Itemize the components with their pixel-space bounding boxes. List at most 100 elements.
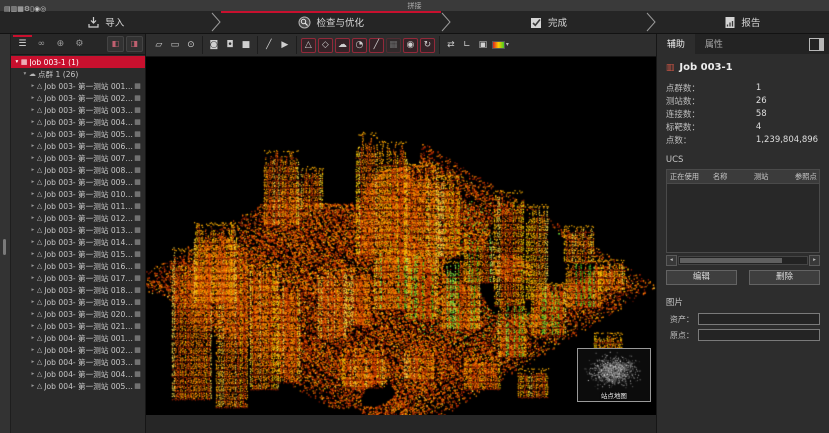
camera-icon[interactable]: ◙ bbox=[207, 38, 221, 52]
thumbnail-icon[interactable]: ▦ bbox=[134, 202, 141, 210]
thumbnail-icon[interactable]: ▦ bbox=[134, 298, 141, 306]
expander-icon[interactable]: ▸ bbox=[29, 347, 37, 353]
ucs-column-header[interactable]: 名称 bbox=[710, 172, 751, 182]
expander-icon[interactable]: ▸ bbox=[29, 179, 37, 185]
tree-item-station[interactable]: ▸△Job 003- 第一测站 006 (4)▦ bbox=[11, 140, 145, 152]
frame-icon[interactable]: ▣ bbox=[476, 38, 490, 52]
tree-group-pointcloud[interactable]: ▾☁点群 1 (26) bbox=[11, 68, 145, 80]
pick-point-icon[interactable]: ▶ bbox=[278, 38, 292, 52]
thumbnail-icon[interactable]: ▦ bbox=[134, 286, 141, 294]
expander-icon[interactable]: ▸ bbox=[29, 311, 37, 317]
station-marker-toggle-icon[interactable]: △ bbox=[301, 38, 316, 53]
pin-toggle-icon[interactable]: ◉ bbox=[403, 38, 418, 53]
scroll-right-icon[interactable]: ▸ bbox=[809, 255, 820, 266]
panel-grip-handle[interactable] bbox=[3, 239, 6, 255]
tree-root-job[interactable]: ▾▦Job 003-1 (1) bbox=[11, 56, 145, 68]
expander-icon[interactable]: ▸ bbox=[29, 203, 37, 209]
expander-icon[interactable]: ▸ bbox=[29, 359, 37, 365]
tree-item-station[interactable]: ▸△Job 004- 第一测站 002 (6)▦ bbox=[11, 344, 145, 356]
camera-target-icon[interactable]: ◘ bbox=[223, 38, 237, 52]
expander-icon[interactable]: ▸ bbox=[29, 107, 37, 113]
thumbnail-icon[interactable]: ▦ bbox=[134, 94, 141, 102]
tree-item-station[interactable]: ▸△Job 003- 第一测站 002 (5)▦ bbox=[11, 92, 145, 104]
thumbnail-icon[interactable]: ▦ bbox=[134, 190, 141, 198]
expander-icon[interactable]: ▸ bbox=[29, 383, 37, 389]
viewport[interactable]: 站点地图 bbox=[146, 57, 656, 415]
thumbnail-icon[interactable]: ▦ bbox=[134, 250, 141, 258]
tag-toggle-icon[interactable]: ◇ bbox=[318, 38, 333, 53]
tree-item-station[interactable]: ▸△Job 003- 第一测站 003 (4)▦ bbox=[11, 104, 145, 116]
tree-item-station[interactable]: ▸△Job 003- 第一测站 012 (5)▦ bbox=[11, 212, 145, 224]
thumbnail-icon[interactable]: ▦ bbox=[134, 142, 141, 150]
tree-item-station[interactable]: ▸△Job 003- 第一测站 007 (5)▦ bbox=[11, 152, 145, 164]
expander-icon[interactable]: ▸ bbox=[29, 299, 37, 305]
thumbnail-icon[interactable]: ▦ bbox=[134, 310, 141, 318]
globe-view-tab[interactable]: ⊕ bbox=[51, 35, 70, 53]
tree-item-station[interactable]: ▸△Job 003- 第一测站 008 (2)▦ bbox=[11, 164, 145, 176]
tree-item-station[interactable]: ▸△Job 004- 第一测站 004 (7)▦ bbox=[11, 368, 145, 380]
line-toggle-icon[interactable]: ╱ bbox=[369, 38, 384, 53]
expander-icon[interactable]: ▸ bbox=[29, 215, 37, 221]
plane-view-icon[interactable]: ■ bbox=[239, 38, 253, 52]
tree-item-station[interactable]: ▸△Job 003- 第一测站 009 (3)▦ bbox=[11, 176, 145, 188]
ucs-column-header[interactable]: 测站 bbox=[751, 172, 792, 182]
workflow-step-report[interactable]: 报告 bbox=[656, 11, 829, 33]
tree-item-station[interactable]: ▸△Job 003- 第一测站 014 (4)▦ bbox=[11, 236, 145, 248]
expander-icon[interactable]: ▸ bbox=[29, 287, 37, 293]
thumbnail-icon[interactable]: ▦ bbox=[134, 154, 141, 162]
delete-button[interactable]: 删除 bbox=[749, 270, 820, 285]
thumbnail-icon[interactable]: ▦ bbox=[134, 178, 141, 186]
expander-icon[interactable]: ▸ bbox=[29, 239, 37, 245]
thumbnail-icon[interactable]: ▦ bbox=[134, 382, 141, 390]
link-view-tab[interactable]: ∞ bbox=[32, 35, 51, 53]
thumbnail-icon[interactable]: ▦ bbox=[134, 358, 141, 366]
expander-icon[interactable]: ▸ bbox=[29, 227, 37, 233]
origin-field[interactable] bbox=[698, 329, 820, 341]
expander-icon[interactable]: ▾ bbox=[21, 71, 29, 77]
swap-view-icon[interactable]: ⇄ bbox=[444, 38, 458, 52]
tab-attributes[interactable]: 属性 bbox=[695, 34, 733, 54]
zoom-window-icon[interactable]: ⊙ bbox=[184, 38, 198, 52]
expander-icon[interactable]: ▸ bbox=[29, 251, 37, 257]
expander-icon[interactable]: ▸ bbox=[29, 119, 37, 125]
expander-icon[interactable]: ▸ bbox=[29, 131, 37, 137]
workflow-step-import[interactable]: 导入 bbox=[0, 11, 211, 33]
ucs-column-header[interactable]: 正在使用 bbox=[667, 172, 710, 182]
rect-select-icon[interactable]: ▭ bbox=[168, 38, 182, 52]
elevation-colorbar-icon[interactable]: ▾ bbox=[492, 38, 509, 52]
collapse-all-button[interactable]: ◨ bbox=[126, 36, 143, 52]
thumbnail-icon[interactable]: ▦ bbox=[134, 226, 141, 234]
view-settings-tab[interactable]: ⚙ bbox=[70, 35, 89, 53]
tree-item-station[interactable]: ▸△Job 004- 第一测站 005 (6)▦ bbox=[11, 380, 145, 392]
tree-item-station[interactable]: ▸△Job 003- 第一测站 005 (7)▦ bbox=[11, 128, 145, 140]
expander-icon[interactable]: ▸ bbox=[29, 143, 37, 149]
thumbnail-icon[interactable]: ▦ bbox=[134, 322, 141, 330]
tree-item-station[interactable]: ▸△Job 003- 第一测站 017 (3)▦ bbox=[11, 272, 145, 284]
thumbnail-icon[interactable]: ▦ bbox=[134, 82, 141, 90]
tree-item-station[interactable]: ▸△Job 003- 第一测站 004 (5)▦ bbox=[11, 116, 145, 128]
scrollbar-track[interactable] bbox=[678, 256, 808, 265]
workflow-step-inspect[interactable]: 检查与优化 bbox=[221, 11, 441, 33]
thumbnail-icon[interactable]: ▦ bbox=[134, 274, 141, 282]
thumbnail-icon[interactable]: ▦ bbox=[134, 118, 141, 126]
scrollbar-thumb[interactable] bbox=[680, 258, 782, 263]
tree-item-station[interactable]: ▸△Job 003- 第一测站 021 (9)▦ bbox=[11, 320, 145, 332]
tree-item-station[interactable]: ▸△Job 003- 第一测站 011 (2)▦ bbox=[11, 200, 145, 212]
tree-item-station[interactable]: ▸△Job 003- 第一测站 013 (4)▦ bbox=[11, 224, 145, 236]
ucs-column-header[interactable]: 参照点 bbox=[792, 172, 819, 182]
thumbnail-icon[interactable]: ▦ bbox=[134, 334, 141, 342]
expander-icon[interactable]: ▸ bbox=[29, 95, 37, 101]
expander-icon[interactable]: ▸ bbox=[29, 371, 37, 377]
expander-icon[interactable]: ▸ bbox=[29, 263, 37, 269]
expander-icon[interactable]: ▸ bbox=[29, 167, 37, 173]
ucs-scrollbar[interactable]: ◂ ▸ bbox=[666, 256, 820, 265]
expander-icon[interactable]: ▸ bbox=[29, 335, 37, 341]
expander-icon[interactable]: ▸ bbox=[29, 323, 37, 329]
expander-icon[interactable]: ▸ bbox=[29, 191, 37, 197]
expander-icon[interactable]: ▾ bbox=[13, 59, 21, 65]
scroll-left-icon[interactable]: ◂ bbox=[666, 255, 677, 266]
minimap[interactable]: 站点地图 bbox=[577, 348, 651, 402]
asset-field[interactable] bbox=[698, 313, 820, 325]
thumbnail-icon[interactable]: ▦ bbox=[134, 370, 141, 378]
expander-icon[interactable]: ▸ bbox=[29, 83, 37, 89]
